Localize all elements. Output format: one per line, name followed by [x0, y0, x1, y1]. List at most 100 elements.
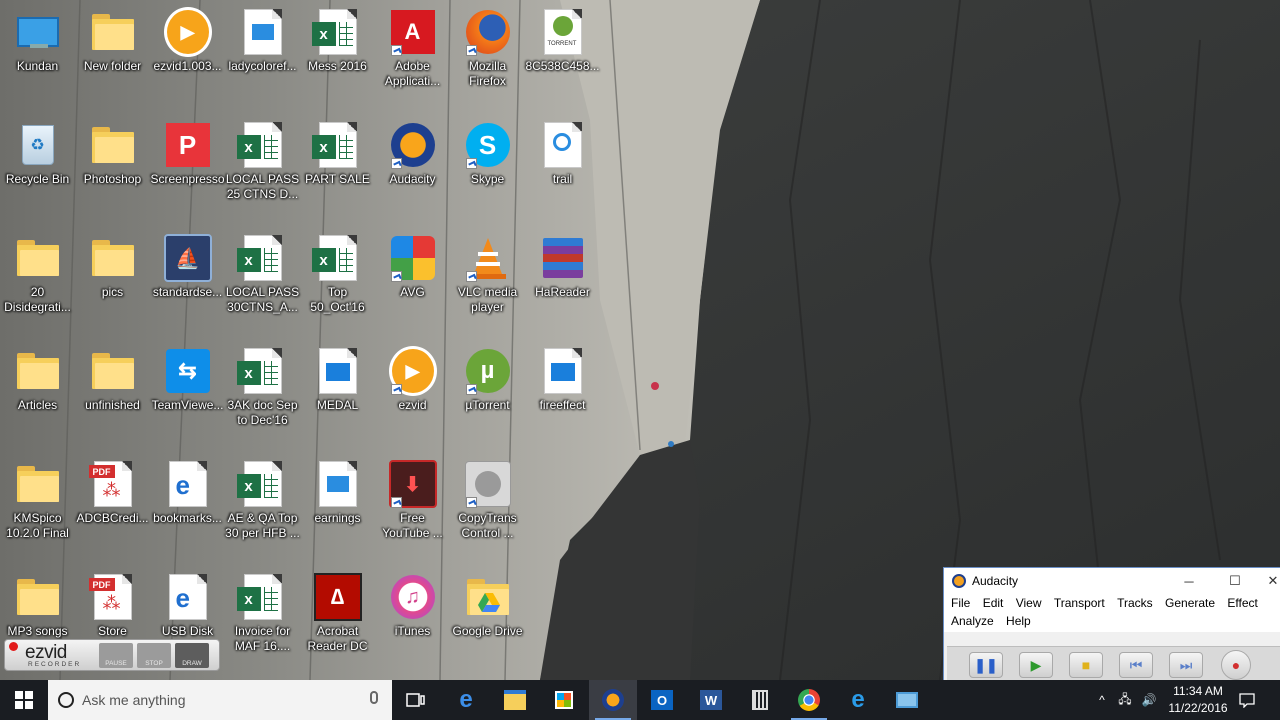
task-view-button[interactable]	[392, 680, 440, 720]
show-hidden-icons-button[interactable]: ^	[1092, 680, 1112, 720]
maximize-button[interactable]: ☐	[1212, 568, 1258, 594]
desktop-icon-teamviewer[interactable]: ⇆ TeamViewe...	[150, 339, 225, 452]
desktop-icon-copytrans[interactable]: CopyTrans Control ...	[450, 452, 525, 565]
microphone-icon[interactable]	[370, 691, 378, 704]
close-button[interactable]: ✕	[1258, 568, 1280, 594]
vlc-icon	[464, 234, 512, 282]
skip-end-button[interactable]: ⏭	[1169, 652, 1203, 678]
desktop-icon-kundan[interactable]: Kundan	[0, 0, 75, 113]
desktop-icon-avg[interactable]: AVG	[375, 226, 450, 339]
control-panel-icon	[896, 692, 918, 708]
desktop-icon-invoice-maf[interactable]: x Invoice for MAF 16....	[225, 565, 300, 678]
menu-file[interactable]: File	[951, 596, 970, 610]
desktop-icon-unfinished[interactable]: unfinished	[75, 339, 150, 452]
menu-effect[interactable]: Effect	[1227, 596, 1257, 610]
desktop-icon-hareader[interactable]: HaReader	[525, 226, 600, 339]
ezvid-pause-button[interactable]: PAUSE	[99, 643, 133, 668]
desktop-icon-ladycoloref[interactable]: ladycoloref...	[225, 0, 300, 113]
desktop-icon-label: bookmarks...	[153, 511, 222, 525]
ezvid-recorder[interactable]: ezvid RECORDER PAUSE STOP DRAW	[4, 639, 220, 671]
skype-icon: S	[464, 121, 512, 169]
taskbar-calculator[interactable]	[736, 680, 784, 720]
desktop-icon-3ak-doc[interactable]: x 3AK doc Sep to Dec'16	[225, 339, 300, 452]
desktop-icon-ae-qa-top-30[interactable]: x AE & QA Top 30 per HFB ...	[225, 452, 300, 565]
desktop-icon-label: pics	[101, 285, 124, 299]
desktop-icon-local-pass-30[interactable]: x LOCAL PASS 30CTNS_A...	[225, 226, 300, 339]
folder-icon	[89, 121, 137, 169]
taskbar-chrome[interactable]	[785, 680, 833, 720]
taskbar-audacity[interactable]	[589, 680, 637, 720]
menu-view[interactable]: View	[1016, 596, 1042, 610]
desktop-icon-ezvid-file[interactable]: ▶ ezvid1.003...	[150, 0, 225, 113]
taskbar-file-explorer[interactable]	[491, 680, 539, 720]
desktop-icon-vlc[interactable]: VLC media player	[450, 226, 525, 339]
pause-button[interactable]: ❚❚	[969, 652, 1003, 678]
record-button[interactable]: ●	[1221, 650, 1251, 680]
desktop-icon-20-disidegrati[interactable]: 20 Disidegrati...	[0, 226, 75, 339]
desktop-icon-local-pass-25[interactable]: x LOCAL PASS 25 CTNS D...	[225, 113, 300, 226]
taskbar-internet-explorer[interactable]: e	[834, 680, 882, 720]
taskbar-store[interactable]	[540, 680, 588, 720]
desktop-icon-trail[interactable]: trail	[525, 113, 600, 226]
desktop-icon-label: ezvid1.003...	[153, 59, 222, 73]
desktop-icon-recycle-bin[interactable]: ♻ Recycle Bin	[0, 113, 75, 226]
desktop-icon-photoshop[interactable]: Photoshop	[75, 113, 150, 226]
desktop-icon-earnings[interactable]: earnings	[300, 452, 375, 565]
taskbar-control-panel[interactable]	[883, 680, 931, 720]
menu-generate[interactable]: Generate	[1165, 596, 1215, 610]
menu-transport[interactable]: Transport	[1054, 596, 1105, 610]
desktop-icon-new-folder[interactable]: New folder	[75, 0, 150, 113]
desktop-icon-itunes[interactable]: ♫ iTunes	[375, 565, 450, 678]
desktop-icon-adcbcredit[interactable]: PDF ⁂ ADCBCredi...	[75, 452, 150, 565]
ezvid-draw-button[interactable]: DRAW	[175, 643, 209, 668]
minimize-button[interactable]: ─	[1166, 568, 1212, 594]
desktop-icon-torrent-file[interactable]: TORRENT 8C538C458...	[525, 0, 600, 113]
folder-icon	[14, 460, 62, 508]
desktop-icon-articles[interactable]: Articles	[0, 339, 75, 452]
menu-tracks[interactable]: Tracks	[1117, 596, 1153, 610]
network-tray[interactable]: 🖧	[1114, 680, 1136, 720]
skip-start-button[interactable]: ⏮	[1119, 652, 1153, 678]
desktop-icon-fireeffect[interactable]: fireeffect	[525, 339, 600, 452]
start-button[interactable]	[0, 680, 48, 720]
ezvid-icon: ▶	[163, 7, 212, 57]
desktop-icon-utorrent[interactable]: µ µTorrent	[450, 339, 525, 452]
desktop-icon-bookmarks[interactable]: e bookmarks...	[150, 452, 225, 565]
cortana-icon	[58, 692, 74, 708]
audacity-titlebar[interactable]: Audacity ─ ☐ ✕	[944, 568, 1280, 594]
desktop-icon-label: Audacity	[389, 172, 436, 186]
stop-button[interactable]: ■	[1069, 652, 1103, 678]
desktop-icon-medal[interactable]: MEDAL	[300, 339, 375, 452]
folder-icon	[89, 234, 137, 282]
desktop-icon-adobe-applications[interactable]: A Adobe Applicati...	[375, 0, 450, 113]
desktop-icon-kmspico[interactable]: KMSpico 10.2.0 Final	[0, 452, 75, 565]
play-button[interactable]: ▶	[1019, 652, 1053, 678]
desktop-icon-audacity[interactable]: Audacity	[375, 113, 450, 226]
action-center-button[interactable]	[1236, 680, 1258, 720]
taskbar-word[interactable]: W	[687, 680, 735, 720]
desktop-icon-skype[interactable]: S Skype	[450, 113, 525, 226]
cortana-search-box[interactable]: Ask me anything	[48, 680, 392, 720]
desktop-icon-pics[interactable]: pics	[75, 226, 150, 339]
system-clock[interactable]: 11:34 AM 11/22/2016	[1158, 683, 1238, 717]
desktop-icon-google-drive[interactable]: Google Drive	[450, 565, 525, 678]
volume-tray[interactable]: 🔊	[1138, 680, 1160, 720]
desktop-icon-label: 20 Disidegrati...	[4, 285, 71, 314]
desktop-icon-screenpresso[interactable]: P Screenpresso	[150, 113, 225, 226]
menu-analyze[interactable]: Analyze	[951, 614, 994, 628]
desktop-icon-part-sale[interactable]: x PART SALE	[300, 113, 375, 226]
desktop-icon-top-50[interactable]: x Top 50_Oct'16	[300, 226, 375, 339]
desktop-icon-mozilla-firefox[interactable]: Mozilla Firefox	[450, 0, 525, 113]
ezvid-stop-button[interactable]: STOP	[137, 643, 171, 668]
outlook-icon: O	[651, 690, 673, 710]
audacity-window[interactable]: Audacity ─ ☐ ✕ File Edit View Transport …	[943, 567, 1280, 687]
desktop-icon-standardsetup[interactable]: ⛵ standardse...	[150, 226, 225, 339]
desktop-icon-ezvid[interactable]: ▶ ezvid	[375, 339, 450, 452]
taskbar-outlook[interactable]: O	[638, 680, 686, 720]
desktop-icon-acrobat-reader[interactable]: ∆ Acrobat Reader DC	[300, 565, 375, 678]
menu-edit[interactable]: Edit	[983, 596, 1004, 610]
menu-help[interactable]: Help	[1006, 614, 1031, 628]
desktop-icon-free-youtube[interactable]: ⬇ Free YouTube ...	[375, 452, 450, 565]
desktop-icon-mess-2016[interactable]: x Mess 2016	[300, 0, 375, 113]
taskbar-edge[interactable]: e	[442, 680, 490, 720]
